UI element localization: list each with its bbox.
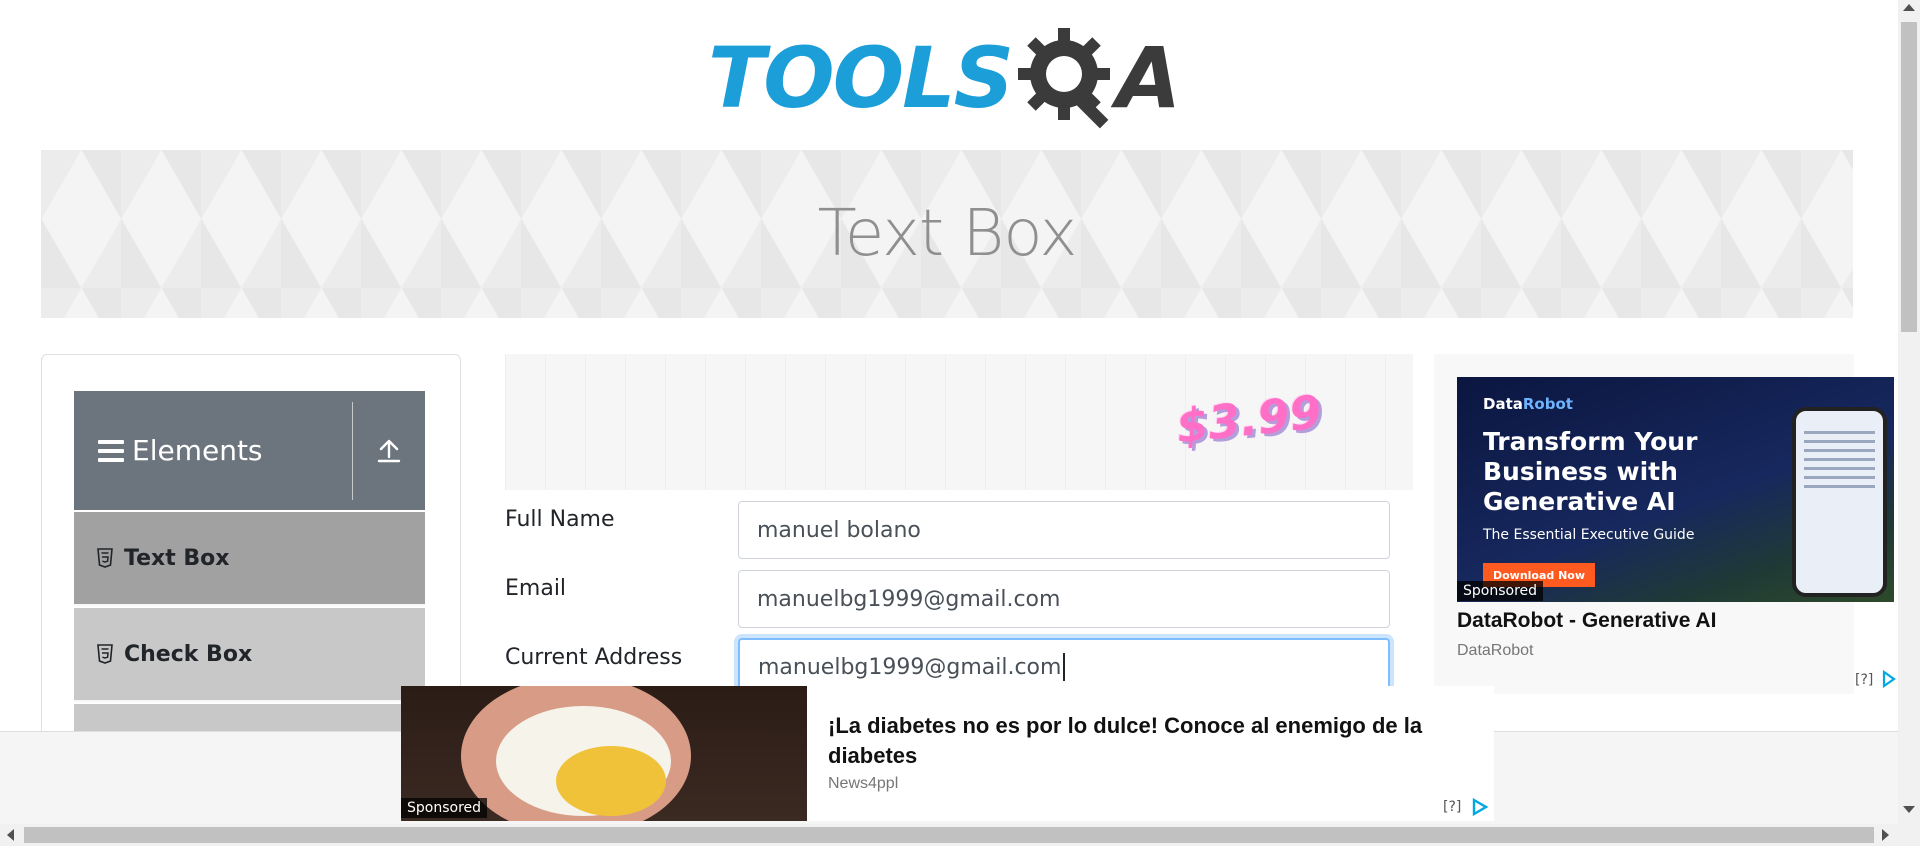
group-label: Elements	[132, 434, 263, 467]
full-name-label: Full Name	[505, 507, 615, 532]
full-name-input[interactable]: manuel bolano	[738, 501, 1390, 559]
text-caret	[1063, 653, 1066, 681]
adchoices-icon[interactable]	[1882, 670, 1896, 688]
scroll-up-arrow-icon[interactable]	[1903, 4, 1915, 11]
ad-source: DataRobot	[1457, 642, 1534, 659]
gear-magnifier-icon	[1014, 24, 1122, 132]
bottom-ad-help-link[interactable]: [?]	[1443, 799, 1461, 815]
bottom-ad-source: News4ppl	[828, 775, 899, 792]
ad-brand: DataRobot	[1483, 395, 1573, 413]
bottom-ad-title-link[interactable]: ¡La diabetes no es por lo dulce! Conoce …	[828, 711, 1478, 771]
sidebar-item-next[interactable]	[74, 704, 425, 734]
toolsqa-logo[interactable]: TOOLS A	[708, 22, 1192, 134]
html5-icon	[97, 644, 113, 664]
logo-text-end: A	[1116, 29, 1182, 127]
ad-help-link[interactable]: [?]	[1855, 672, 1873, 688]
current-address-value: manuelbg1999@gmail.com	[758, 654, 1062, 680]
bottom-ad[interactable]: Sponsored ¡La diabetes no es por lo dulc…	[401, 686, 1494, 821]
bottom-ad-image[interactable]: Sponsored	[401, 686, 807, 821]
logo-text: TOOLS	[708, 29, 1014, 127]
sidebar-item-label: Check Box	[124, 641, 253, 667]
email-value: manuelbg1999@gmail.com	[757, 586, 1061, 612]
scroll-left-arrow-icon[interactable]	[7, 829, 14, 841]
page-title: Text Box	[817, 197, 1078, 271]
ad-subtitle: The Essential Executive Guide	[1483, 527, 1695, 543]
scroll-right-arrow-icon[interactable]	[1882, 829, 1889, 841]
sponsored-badge: Sponsored	[401, 798, 488, 818]
upload-arrow-icon[interactable]	[353, 391, 425, 510]
email-label: Email	[505, 576, 567, 601]
hamburger-icon	[98, 439, 124, 462]
sidebar-group-elements[interactable]: Elements	[74, 391, 425, 510]
scroll-down-arrow-icon[interactable]	[1903, 806, 1915, 813]
adchoices-icon[interactable]	[1471, 798, 1489, 816]
email-input[interactable]: manuelbg1999@gmail.com	[738, 570, 1390, 628]
ad-title-link[interactable]: DataRobot - Generative AI	[1457, 609, 1716, 633]
sponsored-badge: Sponsored	[1457, 581, 1544, 601]
phone-image	[1792, 407, 1887, 597]
page-banner: Text Box	[41, 150, 1853, 318]
group-title: Elements	[74, 434, 352, 467]
horizontal-scroll-thumb[interactable]	[24, 827, 1874, 843]
html5-icon	[97, 548, 113, 568]
ad-headline: Transform Your Business with Generative …	[1483, 427, 1698, 516]
current-address-label: Current Address	[505, 645, 683, 670]
sidebar-item-text-box[interactable]: Text Box	[74, 512, 425, 606]
sidebar-item-check-box[interactable]: Check Box	[74, 608, 425, 702]
page: TOOLS A Text Box Elements Text Box Check…	[0, 0, 1920, 846]
full-name-value: manuel bolano	[757, 517, 921, 543]
vertical-scroll-thumb[interactable]	[1901, 22, 1917, 332]
right-ad-image[interactable]: DataRobot Transform Your Business with G…	[1457, 377, 1894, 602]
sidebar-item-label: Text Box	[124, 545, 230, 571]
